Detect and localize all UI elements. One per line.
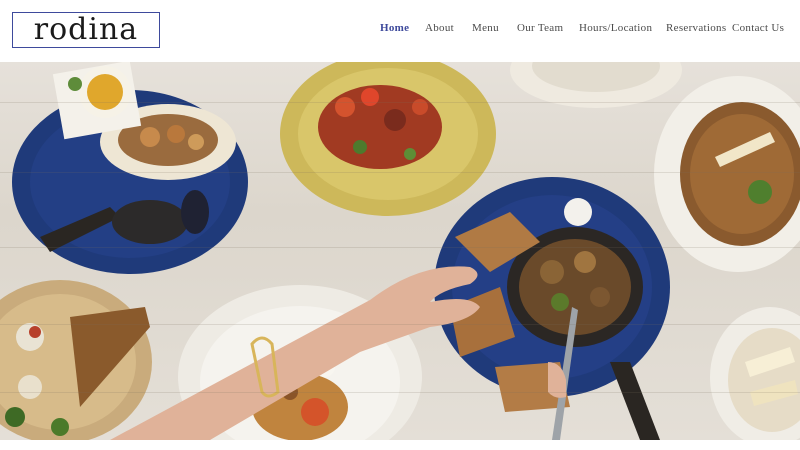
site-header: rodina Home About Menu Our Team Hours/Lo… (0, 0, 800, 62)
table-plank-line (0, 324, 800, 325)
nav-about[interactable]: About (425, 22, 454, 34)
main-nav: Home About Menu Our Team Hours/Location … (0, 22, 800, 38)
hero-image (0, 62, 800, 440)
page-bottom-strip (0, 440, 800, 450)
small-sauce-dish (52, 62, 142, 140)
nav-our-team[interactable]: Our Team (517, 22, 563, 34)
nav-hours-location[interactable]: Hours/Location (579, 22, 652, 34)
food-spread-illustration (0, 62, 800, 440)
table-plank-line (0, 247, 800, 248)
yellow-plate (280, 62, 496, 216)
nav-contact-us[interactable]: Contact Us (732, 22, 784, 34)
wooden-plate-left (0, 280, 152, 440)
table-plank-line (0, 172, 800, 173)
nav-reservations[interactable]: Reservations (666, 22, 726, 34)
nav-menu[interactable]: Menu (472, 22, 499, 34)
nav-home[interactable]: Home (380, 22, 409, 34)
white-plate-right (654, 76, 800, 272)
table-plank-line (0, 392, 800, 393)
white-bowl-right (710, 307, 800, 440)
table-plank-line (0, 102, 800, 103)
